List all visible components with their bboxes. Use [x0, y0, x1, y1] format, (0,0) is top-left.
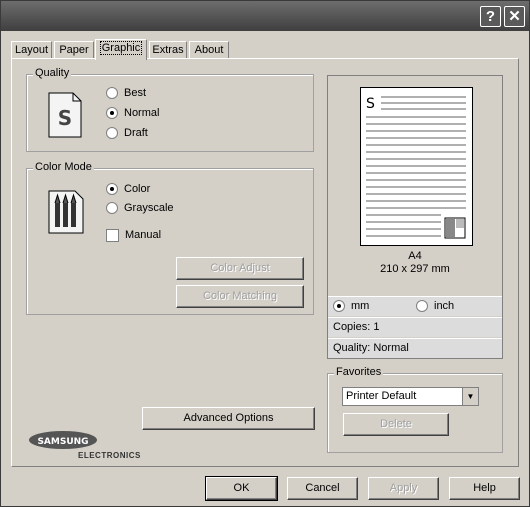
tab-extras[interactable]: Extras [149, 41, 187, 59]
favorites-select[interactable]: Printer Default ▼ [342, 387, 479, 406]
apply-button[interactable]: Apply [368, 477, 439, 500]
grayscale-radio[interactable]: Grayscale [106, 200, 174, 216]
logo-sub-text: ELECTRONICS [78, 451, 141, 460]
copies-info: Copies: 1 [328, 317, 502, 337]
tab-graphic[interactable]: Graphic [95, 39, 147, 60]
quality-group: Quality S Best Normal Draft [26, 67, 314, 152]
quality-info: Quality: Normal [328, 338, 502, 358]
inch-label: inch [434, 300, 455, 312]
samsung-logo-mark: SAMSUNG [29, 431, 97, 449]
tab-layout[interactable]: Layout [11, 41, 52, 59]
manual-label: Manual [125, 229, 162, 241]
radio-selected-icon [106, 107, 118, 119]
close-button[interactable]: ✕ [504, 6, 525, 27]
color-label: Color [124, 183, 151, 195]
preview-page-letter: S [366, 96, 375, 112]
radio-icon [106, 87, 118, 99]
help-button[interactable]: Help [449, 477, 520, 500]
tab-about[interactable]: About [189, 41, 229, 59]
mm-label: mm [351, 300, 370, 312]
printer-properties-window: ? ✕ Layout Paper Graphic Extras About Qu… [0, 0, 530, 507]
quality-normal-label: Normal [124, 107, 160, 119]
favorites-legend: Favorites [334, 366, 384, 378]
help-title-button[interactable]: ? [480, 6, 501, 27]
quality-best-label: Best [124, 87, 147, 99]
radio-icon [106, 127, 118, 139]
dropdown-arrow-icon[interactable]: ▼ [462, 388, 478, 405]
quality-best-radio[interactable]: Best [106, 85, 146, 101]
paper-size-name: A4 [408, 250, 422, 262]
tab-paper[interactable]: Paper [54, 41, 94, 59]
color-mode-group: Color Mode Color Grayscale Manual Color … [26, 161, 314, 315]
delete-favorite-button[interactable]: Delete [343, 413, 449, 436]
radio-icon [106, 202, 118, 214]
tab-graphic-label: Graphic [99, 41, 143, 55]
favorites-group: Favorites Delete [327, 366, 503, 453]
grayscale-label: Grayscale [124, 202, 174, 214]
radio-icon [416, 300, 428, 312]
quality-draft-label: Draft [124, 127, 148, 139]
advanced-options-button[interactable]: Advanced Options [142, 407, 315, 430]
logo-brand-text: SAMSUNG [37, 437, 88, 447]
quality-normal-radio[interactable]: Normal [106, 105, 159, 121]
color-cartridges-icon [48, 190, 84, 234]
color-matching-button[interactable]: Color Matching [176, 285, 304, 308]
document-quality-icon: S [48, 92, 82, 138]
paper-size-dims: 210 x 297 mm [380, 263, 450, 275]
mm-radio[interactable]: mm [333, 298, 369, 314]
quality-icon-letter: S [58, 106, 72, 130]
preview-paper: S [360, 87, 473, 246]
checkbox-icon [106, 228, 119, 242]
quality-legend: Quality [33, 67, 72, 79]
color-radio[interactable]: Color [106, 181, 150, 197]
units-row: mm inch [328, 296, 502, 316]
titlebar: ? ✕ [1, 1, 529, 31]
cancel-button[interactable]: Cancel [287, 477, 358, 500]
radio-selected-icon [333, 300, 345, 312]
manual-checkbox[interactable]: Manual [106, 227, 161, 243]
quality-draft-radio[interactable]: Draft [106, 125, 148, 141]
color-adjust-button[interactable]: Color Adjust [176, 257, 304, 280]
inch-radio[interactable]: inch [416, 298, 454, 314]
page-preview: S A4 210 x 297 mm mm inch Copies: 1 Qual… [327, 75, 503, 359]
samsung-logo: SAMSUNG ELECTRONICS [28, 430, 141, 462]
radio-selected-icon [106, 183, 118, 195]
ok-button[interactable]: OK [205, 476, 278, 501]
favorites-selected-value: Printer Default [346, 390, 417, 402]
paper-lines-graphic: S [366, 96, 466, 239]
color-mode-legend: Color Mode [33, 161, 94, 173]
